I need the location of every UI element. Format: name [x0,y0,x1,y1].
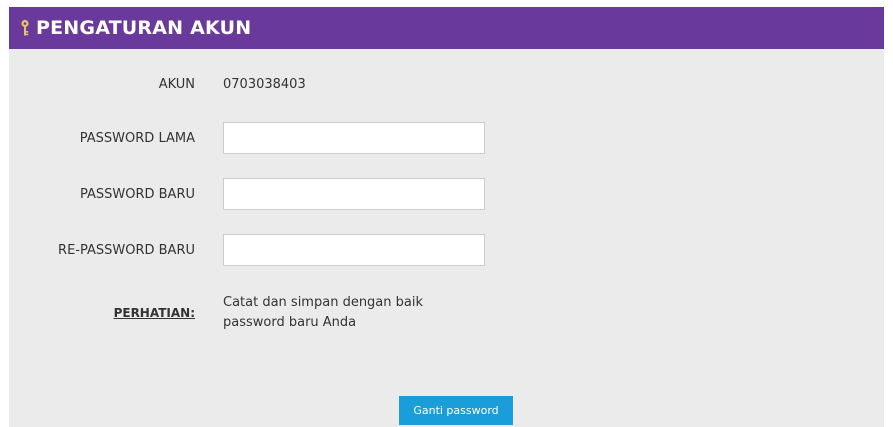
account-value: 0703038403 [223,77,306,92]
panel-header: PENGATURAN AKUN [9,7,884,49]
account-label: AKUN [158,77,195,92]
repeat-password-label: RE-PASSWORD BARU [58,243,195,258]
new-password-input[interactable] [223,178,485,210]
change-password-button[interactable]: Ganti password [399,396,513,425]
key-icon [21,19,29,36]
repeat-password-input[interactable] [223,234,485,266]
notice-label: PERHATIAN: [113,306,195,320]
notice-text: Catat dan simpan dengan baik password ba… [223,295,424,330]
old-password-label: PASSWORD LAMA [79,131,195,146]
new-password-label: PASSWORD BARU [79,187,195,202]
page-title: PENGATURAN AKUN [36,17,252,39]
account-settings-panel: PENGATURAN AKUN AKUN 0703038403 PASSWORD… [9,7,884,427]
old-password-input[interactable] [223,122,485,154]
